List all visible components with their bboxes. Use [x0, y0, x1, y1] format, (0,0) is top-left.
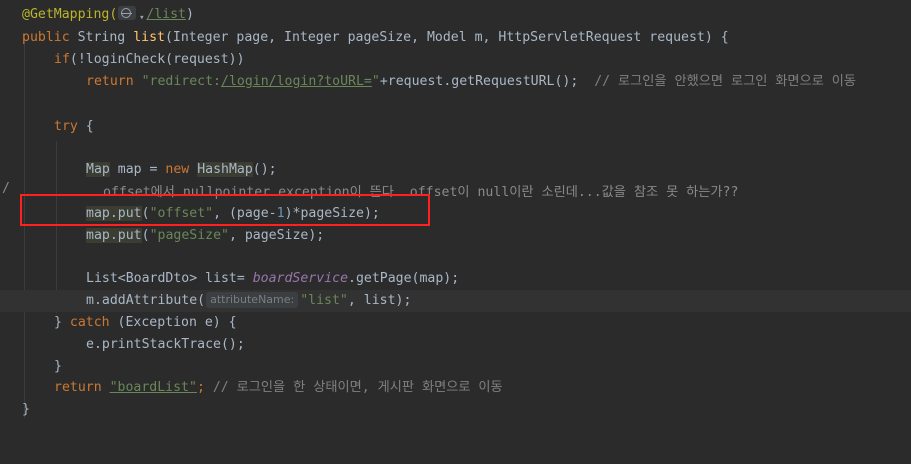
code-line-17[interactable]: } — [0, 356, 911, 378]
redirect-url[interactable]: /login/login?toURL= — [221, 74, 372, 89]
code-line-1[interactable]: @GetMapping(▾/list) — [0, 4, 911, 26]
method-name: list — [133, 30, 165, 45]
code-line-2[interactable]: public String list(Integer page, Integer… — [0, 27, 911, 49]
code-editor[interactable]: / @GetMapping(▾/list) public String list… — [0, 0, 911, 436]
url-path[interactable]: /list — [146, 7, 186, 22]
comment: // 로그인을 안했으면 로그인 화면으로 이동 — [594, 74, 857, 89]
code-line-8[interactable]: Map map = new HashMap(); — [0, 159, 911, 181]
code-line-15[interactable]: } catch (Exception e) { — [0, 312, 911, 334]
parameter-hint: attributeName: — [206, 292, 299, 308]
highlight-box — [20, 194, 430, 226]
code-line-19[interactable]: } — [0, 399, 911, 421]
code-line-3[interactable]: if(!loginCheck(request)) — [0, 49, 911, 71]
code-line-18[interactable]: return "boardList"; // 로그인을 한 상태이면, 게시판 … — [0, 377, 911, 399]
code-line-13[interactable]: List<BoardDto> list= boardService.getPag… — [0, 268, 911, 290]
code-line-11[interactable]: map.put("pageSize", pageSize); — [0, 225, 911, 247]
view-name[interactable]: "boardList" — [110, 380, 197, 395]
globe-icon[interactable] — [118, 6, 137, 20]
code-line-16[interactable]: e.printStackTrace(); — [0, 334, 911, 356]
code-line-6[interactable]: try { — [0, 116, 911, 138]
code-line-14[interactable]: m.addAttribute(attributeName: "list", lis… — [0, 290, 911, 312]
code-line-4[interactable]: return "redirect:/login/login?toURL="+re… — [0, 71, 911, 93]
chevron-down-icon[interactable]: ▾ — [137, 11, 146, 25]
comment: // 로그인을 한 상태이면, 게시판 화면으로 이동 — [212, 380, 503, 395]
